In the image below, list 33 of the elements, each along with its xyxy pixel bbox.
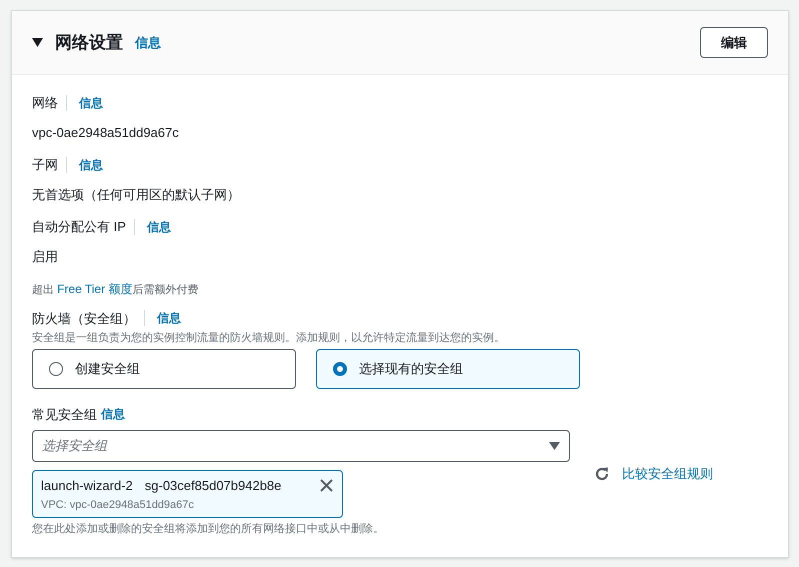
info-link[interactable]: 信息	[67, 156, 103, 174]
edit-button[interactable]: 编辑	[700, 27, 768, 58]
field-label: 网络	[32, 94, 59, 112]
caret-icon[interactable]	[32, 38, 43, 47]
field-description: 安全组是一组负责为您的实例控制流量的防火墙规则。添加规则，以允许特定流量到达您的实例。	[32, 330, 506, 346]
radio-option[interactable]: 创建安全组	[32, 348, 296, 388]
compare-rules-link[interactable]: 比较安全组规则	[622, 464, 713, 484]
refresh-icon[interactable]	[594, 466, 610, 482]
radio-button[interactable]	[49, 362, 63, 376]
group-name: launch-wizard-2	[41, 477, 133, 495]
info-link[interactable]: 信息	[145, 309, 181, 328]
free-tier-link[interactable]: Free Tier 额度	[57, 282, 132, 296]
field-label: 防火墙（安全组）	[32, 310, 137, 328]
info-link[interactable]: 信息	[67, 94, 103, 112]
radio-button[interactable]	[333, 362, 347, 376]
info-link[interactable]: 信息	[134, 218, 171, 236]
dropdown-caret-icon	[549, 442, 560, 450]
pricing-note: 超出 Free Tier 额度后需额外付费	[32, 281, 200, 298]
security-group-select[interactable]: 选择安全组	[32, 430, 570, 462]
field-value: vpc-0ae2948a51dd9a67c	[32, 124, 180, 142]
field-label: 常见安全组	[32, 406, 97, 424]
field-value: 无首选项（任何可用区的默认子网）	[32, 186, 241, 204]
info-link[interactable]: 信息	[101, 405, 125, 424]
group-vpc: VPC: vpc-0ae2948a51dd9a67c	[41, 498, 195, 512]
close-icon[interactable]	[320, 479, 333, 492]
field-label: 子网	[32, 156, 59, 174]
field-hint: 您在此处添加或删除的安全组将添加到您的所有网络接口中或从中删除。	[32, 522, 385, 537]
field-value: 启用	[32, 248, 59, 266]
radio-option[interactable]: 选择现有的安全组	[316, 348, 580, 388]
panel-title: 网络设置	[55, 32, 123, 54]
field-label: 自动分配公有 IP	[32, 218, 127, 236]
info-link[interactable]: 信息	[135, 32, 161, 52]
group-id: sg-03cef85d07b942b8e	[144, 477, 282, 495]
